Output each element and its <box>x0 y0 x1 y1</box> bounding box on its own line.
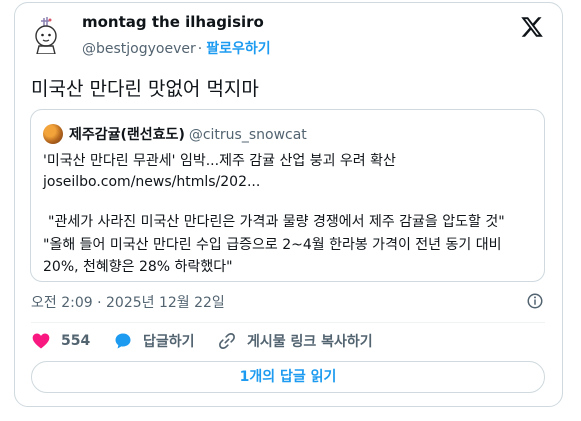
speech-bubble-icon <box>115 333 131 349</box>
quoted-text-line: 20%, 천혜향은 28% 하락했다" <box>43 259 233 275</box>
reply-button[interactable]: 답글하기 <box>113 331 195 351</box>
like-button[interactable]: 554 <box>31 331 90 351</box>
divider <box>31 322 545 323</box>
quoted-post[interactable]: 제주감귤(랜선효도) @citrus_snowcat '미국산 만다린 무관세' … <box>30 109 545 282</box>
quoted-author-name: 제주감귤(랜선효도) <box>69 127 185 143</box>
avatar[interactable] <box>32 14 72 54</box>
post-timestamp[interactable]: 오전 2:09 · 2025년 12월 22일 <box>31 292 225 312</box>
reply-label: 답글하기 <box>143 334 195 350</box>
quoted-link[interactable]: joseilbo.com/news/htmls/202... <box>43 174 260 190</box>
quoted-text-line: '미국산 만다린 무관세' 임박...제주 감귤 산업 붕괴 우려 확산 <box>43 153 396 169</box>
quoted-text-line: "올해 들어 미국산 만다린 수입 급증으로 2~4월 한라봉 가격이 전년 동… <box>43 237 502 253</box>
separator-dot: · <box>197 41 203 57</box>
link-icon <box>219 333 235 349</box>
action-bar: 554 답글하기 게시물 링크 복사하기 <box>31 331 545 353</box>
quoted-avatar[interactable] <box>43 124 63 144</box>
x-logo-icon[interactable] <box>520 15 544 39</box>
tweet-text: 미국산 만다린 맛없어 먹지마 <box>31 78 259 100</box>
follow-button[interactable]: 팔로우하기 <box>206 41 270 57</box>
copy-link-button[interactable]: 게시물 링크 복사하기 <box>217 331 373 351</box>
info-icon[interactable] <box>526 292 544 310</box>
heart-icon <box>32 333 50 349</box>
author-handle-row: @bestjogyoever · 팔로우하기 <box>82 38 271 58</box>
quoted-author[interactable]: 제주감귤(랜선효도) @citrus_snowcat <box>69 124 307 144</box>
read-replies-button[interactable]: 1개의 답글 읽기 <box>31 361 545 393</box>
author-handle[interactable]: @bestjogyoever <box>82 41 196 57</box>
quoted-author-handle: @citrus_snowcat <box>188 127 307 143</box>
like-count: 554 <box>61 333 91 349</box>
author-name[interactable]: montag the ilhagisiro <box>82 13 264 31</box>
copy-link-label: 게시물 링크 복사하기 <box>247 334 373 350</box>
quoted-text-line: "관세가 사라진 미국산 만다린은 가격과 물량 경쟁에서 제주 감귤을 압도할… <box>48 214 505 230</box>
